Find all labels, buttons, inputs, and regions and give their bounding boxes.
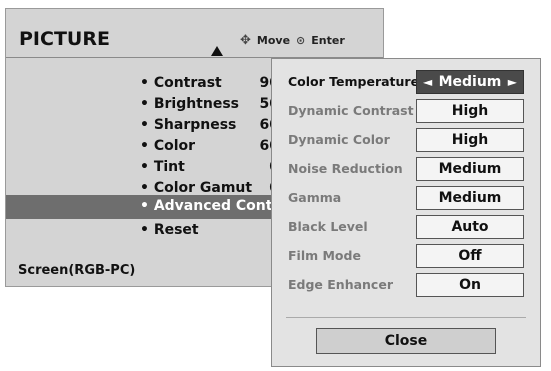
advanced-option-row[interactable]: Black Level Auto — [272, 212, 540, 241]
menu-item-label: • Sharpness — [140, 117, 237, 133]
option-value: High — [451, 103, 489, 119]
option-value-box[interactable]: High — [416, 99, 524, 123]
option-label: Black Level — [288, 219, 368, 234]
close-button[interactable]: Close — [316, 328, 496, 354]
menu-item-label: • Color — [140, 138, 196, 154]
advanced-option-row[interactable]: Film Mode Off — [272, 241, 540, 270]
option-value-box[interactable]: On — [416, 273, 524, 297]
up-pointer-icon — [211, 46, 223, 56]
menu-title: PICTURE — [19, 28, 110, 50]
option-value-box[interactable]: Off — [416, 244, 524, 268]
menu-item-label: • Contrast — [140, 75, 222, 91]
screen-mode-label: Screen(RGB-PC) — [18, 263, 136, 278]
option-value: Off — [458, 248, 482, 264]
menu-item-label: • Tint — [140, 159, 185, 175]
advanced-control-popup: Color Temperature ◄ Medium ► Dynamic Contras… — [271, 58, 541, 367]
advanced-option-row[interactable]: Dynamic Color High — [272, 125, 540, 154]
option-label: Color Temperature — [288, 74, 420, 89]
option-value: High — [451, 132, 489, 148]
left-arrow-icon[interactable]: ◄ — [423, 75, 432, 89]
enter-hint-label: Enter — [311, 34, 345, 47]
option-value-box[interactable]: Medium — [416, 186, 524, 210]
menu-item-label: • Color Gamut — [140, 180, 253, 196]
option-value-box[interactable]: Auto — [416, 215, 524, 239]
right-arrow-icon[interactable]: ► — [508, 75, 517, 89]
option-value-box[interactable]: ◄ Medium ► — [416, 70, 524, 94]
advanced-option-row[interactable]: Gamma Medium — [272, 183, 540, 212]
option-value: Auto — [451, 219, 489, 235]
option-value-box[interactable]: Medium — [416, 157, 524, 181]
option-value: Medium — [438, 190, 502, 206]
option-value: Medium — [438, 161, 502, 177]
option-value: On — [459, 277, 481, 293]
move-hint-label: Move — [256, 34, 291, 47]
option-label: Edge Enhancer — [288, 277, 393, 292]
advanced-option-row[interactable]: Noise Reduction Medium — [272, 154, 540, 183]
advanced-option-row[interactable]: Color Temperature ◄ Medium ► — [272, 67, 540, 96]
advanced-option-row[interactable]: Edge Enhancer On — [272, 270, 540, 299]
menu-item-label: • Reset — [140, 222, 199, 238]
option-label: Film Mode — [288, 248, 361, 263]
option-value-box[interactable]: High — [416, 128, 524, 152]
popup-divider — [286, 317, 526, 318]
menu-header: PICTURE ✥ Move ⊙ Enter — [6, 9, 383, 57]
circle-dot-icon: ⊙ — [296, 34, 306, 47]
navigation-hint: ✥ Move ⊙ Enter — [240, 33, 345, 48]
option-value: Medium — [438, 74, 502, 90]
four-way-arrow-icon: ✥ — [240, 33, 251, 48]
menu-item-label: • Advanced Contr — [140, 198, 280, 214]
option-label: Dynamic Contrast — [288, 103, 414, 118]
option-label: Gamma — [288, 190, 342, 205]
advanced-option-row[interactable]: Dynamic Contrast High — [272, 96, 540, 125]
option-label: Dynamic Color — [288, 132, 390, 147]
option-label: Noise Reduction — [288, 161, 403, 176]
menu-item-label: • Brightness — [140, 96, 240, 112]
